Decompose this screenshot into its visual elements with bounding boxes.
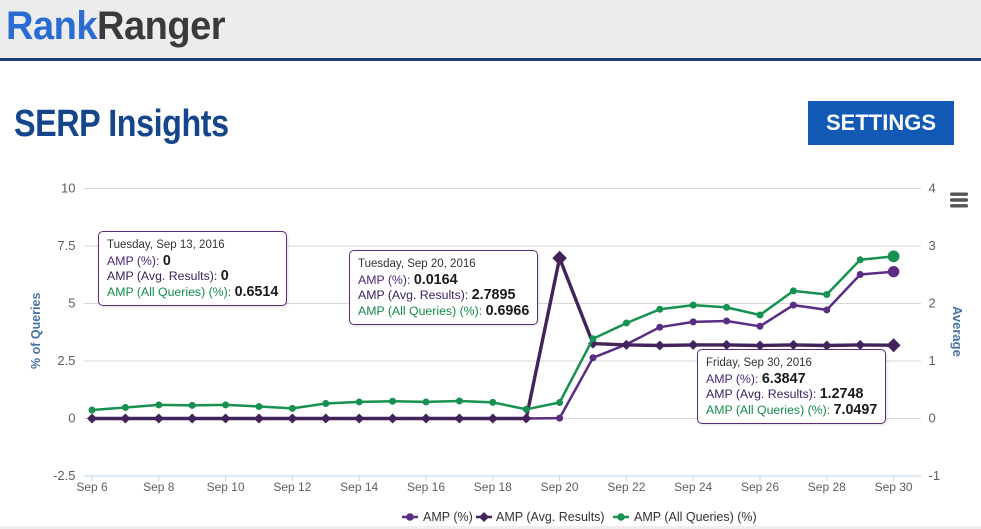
svg-text:Sep 6: Sep 6 xyxy=(76,480,108,494)
svg-text:1: 1 xyxy=(929,353,936,368)
svg-text:10: 10 xyxy=(61,181,75,196)
svg-text:Sep 28: Sep 28 xyxy=(808,480,846,494)
svg-text:-2.5: -2.5 xyxy=(53,468,75,483)
svg-text:3: 3 xyxy=(929,238,936,253)
svg-text:% of Queries: % of Queries xyxy=(29,293,43,369)
svg-text:Sep 30: Sep 30 xyxy=(875,480,913,494)
svg-text:Sep 20: Sep 20 xyxy=(541,480,579,494)
svg-text:5: 5 xyxy=(68,296,75,311)
svg-text:2: 2 xyxy=(929,296,936,311)
svg-text:-1: -1 xyxy=(929,468,941,483)
svg-text:0: 0 xyxy=(929,411,936,426)
svg-text:Sep 22: Sep 22 xyxy=(607,480,645,494)
svg-text:2.5: 2.5 xyxy=(57,353,75,368)
svg-text:Average: Average xyxy=(950,306,965,357)
svg-text:Sep 14: Sep 14 xyxy=(340,480,378,494)
svg-text:Sep 16: Sep 16 xyxy=(407,480,445,494)
svg-text:0: 0 xyxy=(68,411,75,426)
svg-text:4: 4 xyxy=(929,181,936,196)
svg-text:Sep 18: Sep 18 xyxy=(474,480,512,494)
svg-text:Sep 24: Sep 24 xyxy=(674,480,712,494)
svg-text:Sep 8: Sep 8 xyxy=(143,480,175,494)
svg-text:7.5: 7.5 xyxy=(57,238,75,253)
svg-text:Sep 26: Sep 26 xyxy=(741,480,779,494)
svg-text:Sep 12: Sep 12 xyxy=(273,480,311,494)
svg-text:Sep 10: Sep 10 xyxy=(207,480,245,494)
